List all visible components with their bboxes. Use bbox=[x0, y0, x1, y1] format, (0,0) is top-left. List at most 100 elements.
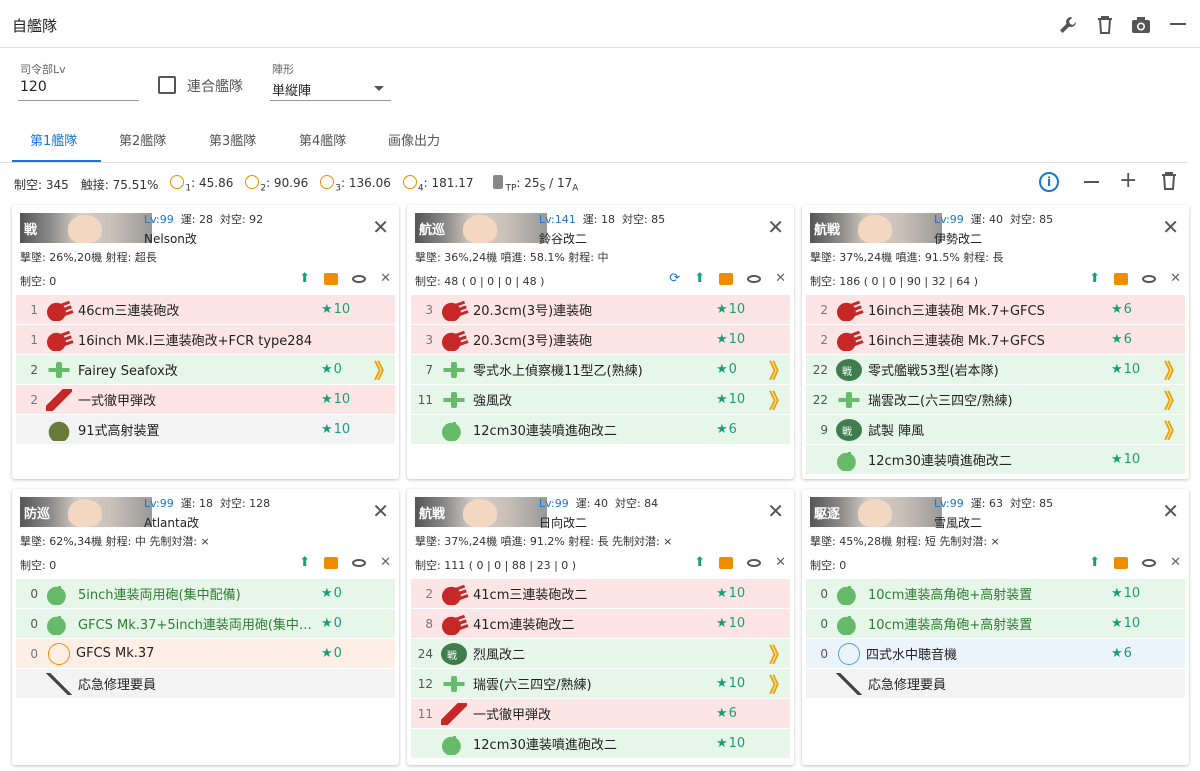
equipment-slot[interactable]: 2 16inch三連装砲 Mk.7+GFCS 6 bbox=[806, 295, 1185, 325]
ship-banner[interactable]: 航巡 bbox=[415, 213, 547, 243]
equipment-name[interactable]: 10cm連装高角砲+高射装置 bbox=[868, 614, 1111, 633]
equipment-slot[interactable]: 12cm30連装噴進砲改二 6 bbox=[411, 415, 790, 445]
equipment-name[interactable]: 零式艦戦53型(岩本隊) bbox=[868, 360, 1111, 379]
formation-select[interactable]: 単縦陣 bbox=[272, 80, 311, 99]
equipment-slot[interactable]: 7 零式水上偵察機11型乙(熟練) 0 》 bbox=[411, 355, 790, 385]
clear-equipment-icon[interactable]: ✕ bbox=[380, 555, 391, 570]
ship-name[interactable]: 日向改二 bbox=[539, 514, 587, 531]
tab-fleet-3[interactable]: 第3艦隊 bbox=[209, 130, 256, 149]
combined-fleet-checkbox[interactable] bbox=[158, 76, 176, 94]
equipment-slot[interactable]: 2 41cm三連装砲改二 10 bbox=[411, 579, 790, 609]
clear-equipment-icon[interactable]: ✕ bbox=[775, 271, 786, 286]
upload-icon[interactable]: ⬆ bbox=[299, 271, 310, 286]
equipment-name[interactable]: 12cm30連装噴進砲改二 bbox=[473, 420, 716, 439]
eye-icon[interactable] bbox=[1142, 558, 1157, 567]
equipment-name[interactable]: 四式水中聴音機 bbox=[866, 644, 1111, 663]
eye-icon[interactable] bbox=[1142, 274, 1157, 283]
briefcase-icon[interactable] bbox=[1114, 556, 1129, 569]
equipment-name[interactable]: 一式徹甲弾改 bbox=[78, 390, 321, 409]
equipment-slot[interactable]: 0 GFCS Mk.37 0 bbox=[16, 639, 395, 669]
equipment-slot[interactable]: 24 烈風改二 》 bbox=[411, 639, 790, 669]
equipment-name[interactable]: 10cm連装高角砲+高射装置 bbox=[868, 584, 1111, 603]
equipment-name[interactable]: 瑞雲(六三四空/熟練) bbox=[473, 674, 716, 693]
equipment-name[interactable]: 16inch三連装砲 Mk.7+GFCS bbox=[868, 330, 1111, 349]
equipment-name[interactable]: 5inch連装両用砲(集中配備) bbox=[78, 584, 321, 603]
trash-icon[interactable] bbox=[1094, 14, 1116, 36]
clear-equipment-icon[interactable]: ✕ bbox=[1170, 555, 1181, 570]
briefcase-icon[interactable] bbox=[324, 272, 339, 285]
equipment-name[interactable]: GFCS Mk.37 bbox=[76, 646, 321, 661]
eye-icon[interactable] bbox=[747, 558, 762, 567]
equipment-name[interactable]: 16inch Mk.I三連装砲改+FCR type284 bbox=[78, 330, 321, 349]
ship-banner[interactable]: 航戦 bbox=[810, 213, 942, 243]
equipment-name[interactable]: 零式水上偵察機11型乙(熟練) bbox=[473, 360, 716, 379]
clear-equipment-icon[interactable]: ✕ bbox=[1170, 271, 1181, 286]
equipment-slot[interactable]: 1 16inch Mk.I三連装砲改+FCR type284 bbox=[16, 325, 395, 355]
equipment-slot[interactable]: 8 41cm連装砲改二 10 bbox=[411, 609, 790, 639]
equipment-name[interactable]: 試製 陣風 bbox=[868, 420, 1111, 439]
equipment-slot[interactable]: 3 20.3cm(3号)連装砲 10 bbox=[411, 295, 790, 325]
equipment-name[interactable]: 瑞雲改二(六三四空/熟練) bbox=[868, 390, 1111, 409]
ship-name[interactable]: Nelson改 bbox=[144, 230, 197, 247]
equipment-name[interactable]: 41cm連装砲改二 bbox=[473, 614, 716, 633]
equipment-name[interactable]: 46cm三連装砲改 bbox=[78, 300, 321, 319]
equipment-slot[interactable]: 1 46cm三連装砲改 10 bbox=[16, 295, 395, 325]
ship-banner[interactable]: 防巡 bbox=[20, 497, 152, 527]
chevron-down-icon[interactable] bbox=[374, 86, 384, 91]
hq-level-input[interactable]: 120 bbox=[20, 79, 47, 95]
equipment-name[interactable]: 一式徹甲弾改 bbox=[473, 704, 716, 723]
close-icon[interactable]: ✕ bbox=[372, 499, 389, 523]
remove-ship-icon[interactable] bbox=[1084, 181, 1099, 183]
ship-name[interactable]: 伊勢改二 bbox=[934, 230, 982, 247]
upload-icon[interactable]: ⬆ bbox=[694, 555, 705, 570]
equipment-slot[interactable]: 11 一式徹甲弾改 6 bbox=[411, 699, 790, 729]
clear-equipment-icon[interactable]: ✕ bbox=[380, 271, 391, 286]
ship-name[interactable]: 鈴谷改二 bbox=[539, 230, 587, 247]
close-icon[interactable]: ✕ bbox=[1162, 215, 1179, 239]
equipment-slot[interactable]: 22 零式艦戦53型(岩本隊) 10 》 bbox=[806, 355, 1185, 385]
equipment-slot[interactable]: 0 10cm連装高角砲+高射装置 10 bbox=[806, 579, 1185, 609]
briefcase-icon[interactable] bbox=[719, 556, 734, 569]
briefcase-icon[interactable] bbox=[1114, 272, 1129, 285]
ship-name[interactable]: Atlanta改 bbox=[144, 514, 199, 531]
ship-name[interactable]: 雪風改二 bbox=[934, 514, 982, 531]
upload-icon[interactable]: ⬆ bbox=[299, 555, 310, 570]
clear-equipment-icon[interactable]: ✕ bbox=[775, 555, 786, 570]
eye-icon[interactable] bbox=[352, 558, 367, 567]
add-ship-icon[interactable]: + bbox=[1119, 168, 1137, 193]
equipment-name[interactable]: Fairey Seafox改 bbox=[78, 360, 321, 379]
equipment-slot[interactable]: 11 強風改 10 》 bbox=[411, 385, 790, 415]
close-icon[interactable]: ✕ bbox=[767, 499, 784, 523]
equipment-name[interactable]: 41cm三連装砲改二 bbox=[473, 584, 716, 603]
camera-icon[interactable] bbox=[1130, 14, 1152, 36]
tab-fleet-4[interactable]: 第4艦隊 bbox=[299, 130, 346, 149]
equipment-name[interactable]: 12cm30連装噴進砲改二 bbox=[868, 450, 1111, 469]
equipment-slot[interactable]: 0 四式水中聴音機 6 bbox=[806, 639, 1185, 669]
equipment-name[interactable]: 91式高射装置 bbox=[78, 420, 321, 439]
ship-banner[interactable]: 駆逐 bbox=[810, 497, 942, 527]
equipment-slot[interactable]: 9 試製 陣風 》 bbox=[806, 415, 1185, 445]
tab-fleet-2[interactable]: 第2艦隊 bbox=[119, 130, 166, 149]
equipment-slot[interactable]: 91式高射装置 10 bbox=[16, 415, 395, 445]
close-icon[interactable]: ✕ bbox=[372, 215, 389, 239]
equipment-name[interactable]: 強風改 bbox=[473, 390, 716, 409]
equipment-slot[interactable]: 12cm30連装噴進砲改二 10 bbox=[806, 445, 1185, 475]
equipment-slot[interactable]: 0 GFCS Mk.37+5inch連装両用砲(集中配備) 0 bbox=[16, 609, 395, 639]
equipment-slot[interactable]: 22 瑞雲改二(六三四空/熟練) 》 bbox=[806, 385, 1185, 415]
equipment-slot[interactable]: 12cm30連装噴進砲改二 10 bbox=[411, 729, 790, 759]
equipment-slot[interactable]: 応急修理要員 bbox=[16, 669, 395, 699]
tab-image-output[interactable]: 画像出力 bbox=[388, 130, 440, 149]
equipment-slot[interactable]: 12 瑞雲(六三四空/熟練) 10 》 bbox=[411, 669, 790, 699]
equipment-name[interactable]: 12cm30連装噴進砲改二 bbox=[473, 734, 716, 753]
equipment-name[interactable]: 20.3cm(3号)連装砲 bbox=[473, 330, 716, 349]
upload-icon[interactable]: ⬆ bbox=[1089, 555, 1100, 570]
close-icon[interactable]: ✕ bbox=[767, 215, 784, 239]
ship-banner[interactable]: 航戦 bbox=[415, 497, 547, 527]
equipment-name[interactable]: 応急修理要員 bbox=[78, 674, 321, 693]
close-icon[interactable]: ✕ bbox=[1162, 499, 1179, 523]
minimize-icon[interactable] bbox=[1167, 14, 1189, 36]
equipment-slot[interactable]: 2 16inch三連装砲 Mk.7+GFCS 6 bbox=[806, 325, 1185, 355]
clear-fleet-icon[interactable] bbox=[1161, 172, 1177, 194]
ship-banner[interactable]: 戦 bbox=[20, 213, 152, 243]
equipment-name[interactable]: 20.3cm(3号)連装砲 bbox=[473, 300, 716, 319]
